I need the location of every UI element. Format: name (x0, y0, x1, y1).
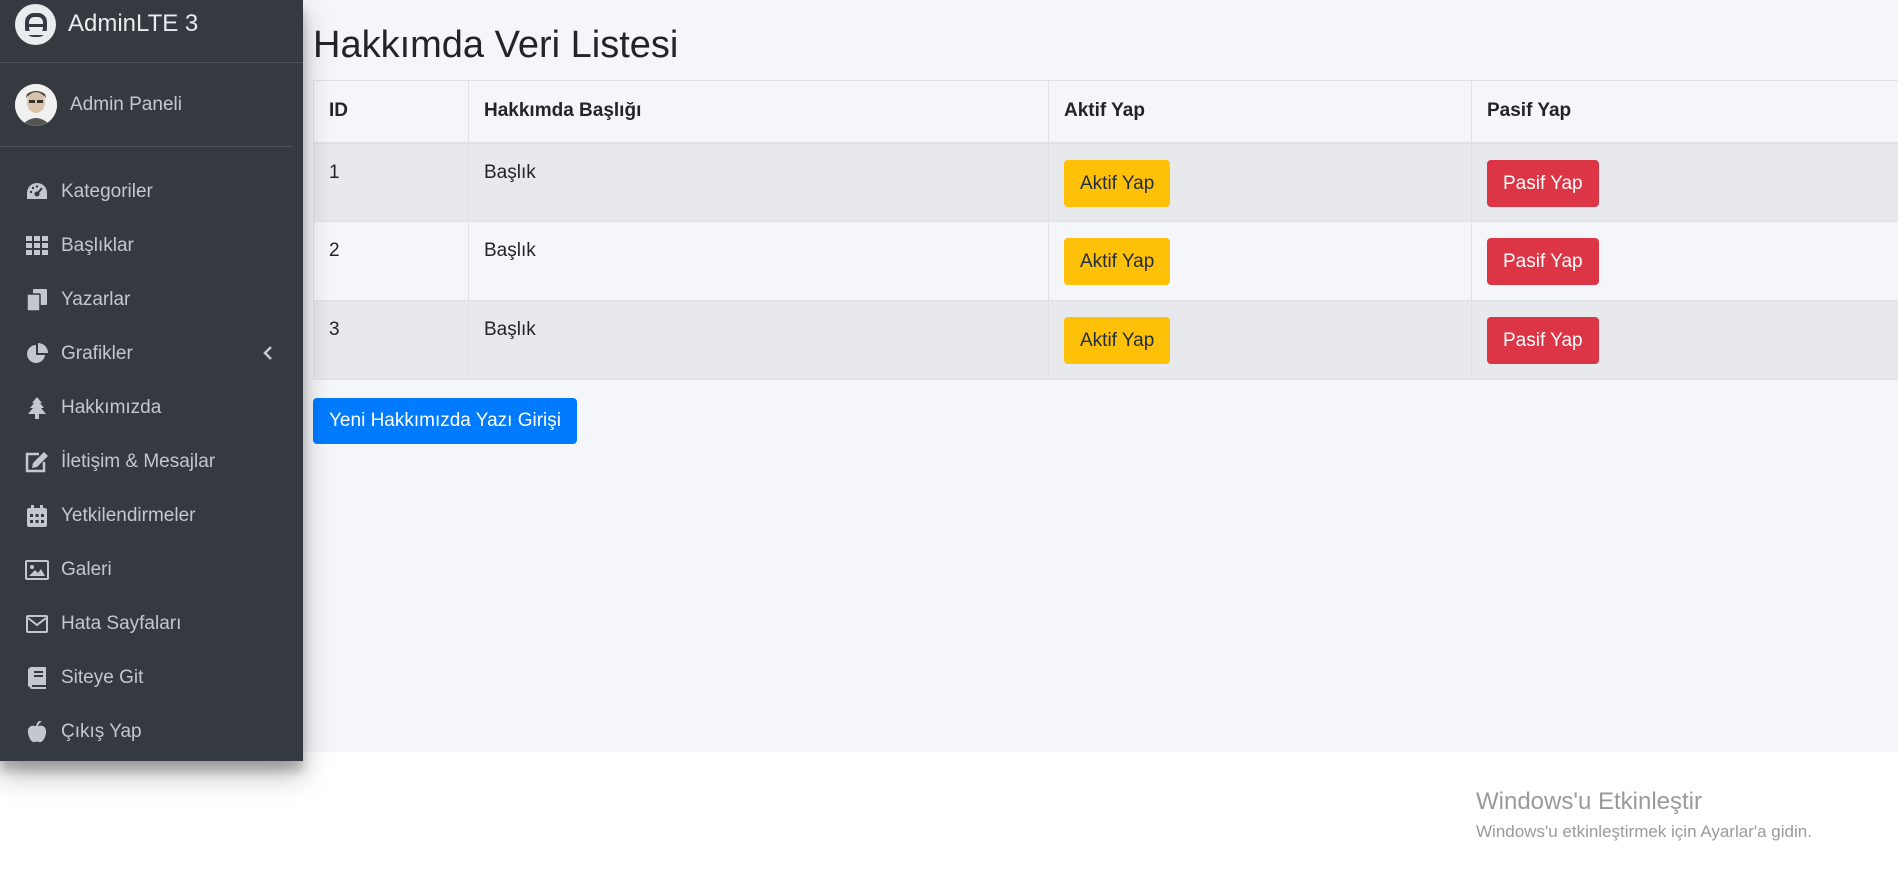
data-table: ID Hakkımda Başlığı Aktif Yap Pasif Yap … (313, 80, 1898, 380)
sidebar-item-siteye-git[interactable]: Siteye Git (0, 651, 303, 705)
deactivate-button[interactable]: Pasif Yap (1487, 159, 1599, 207)
copy-icon (24, 288, 50, 312)
sidebar-item-kategoriler[interactable]: Kategoriler (0, 165, 303, 219)
sidebar-item-hakkimizda[interactable]: Hakkımızda (0, 381, 303, 435)
page-title: Hakkımda Veri Listesi (313, 24, 679, 66)
calendar-icon (24, 504, 50, 528)
cell-id: 2 (313, 221, 469, 301)
sidebar-item-grafikler[interactable]: Grafikler (0, 327, 303, 381)
sidebar-item-label: Çıkış Yap (61, 721, 142, 742)
sidebar-item-label: Galeri (61, 559, 112, 580)
activate-button[interactable]: Aktif Yap (1064, 317, 1171, 364)
avatar (15, 83, 57, 126)
sidebar-item-label: Siteye Git (61, 667, 144, 688)
cell-activate: Aktif Yap (1048, 300, 1472, 380)
user-name: Admin Paneli (70, 93, 182, 115)
user-panel[interactable]: Admin Paneli (0, 63, 293, 147)
book-icon (24, 666, 50, 690)
envelope-icon (24, 612, 50, 636)
table-row: 2 Başlık Aktif Yap Pasif Yap (313, 221, 1898, 301)
deactivate-button[interactable]: Pasif Yap (1487, 317, 1599, 364)
sidebar: AdminLTE 3 Admin Paneli Kategoriler Başl… (0, 0, 303, 761)
sidebar-item-cikis-yap[interactable]: Çıkış Yap (0, 705, 303, 759)
chevron-left-icon[interactable] (263, 345, 273, 367)
apple-icon (24, 720, 50, 744)
sidebar-item-iletisim[interactable]: İletişim & Mesajlar (0, 435, 303, 489)
sidebar-item-basliklar[interactable]: Başlıklar (0, 219, 303, 273)
cell-activate: Aktif Yap (1048, 142, 1472, 222)
sidebar-item-label: Hata Sayfaları (61, 613, 182, 634)
watermark-title: Windows'u Etkinleştir (1476, 788, 1702, 815)
column-header-activate: Aktif Yap (1048, 80, 1472, 144)
watermark-subtitle: Windows'u etkinleştirmek için Ayarlar'a … (1476, 822, 1812, 841)
adminlte-logo-icon (15, 3, 56, 45)
sidebar-item-hata-sayfalari[interactable]: Hata Sayfaları (0, 597, 303, 651)
column-header-title: Hakkımda Başlığı (468, 80, 1049, 144)
sidebar-item-yazarlar[interactable]: Yazarlar (0, 273, 303, 327)
sidebar-item-label: İletişim & Mesajlar (61, 451, 216, 472)
new-about-entry-button[interactable]: Yeni Hakkımızda Yazı Girişi (313, 398, 577, 444)
tree-icon (24, 396, 50, 420)
brand-text: AdminLTE 3 (68, 10, 199, 37)
brand-link[interactable]: AdminLTE 3 (0, 0, 303, 63)
cell-activate: Aktif Yap (1048, 221, 1472, 301)
grid-icon (24, 234, 50, 258)
cell-deactivate: Pasif Yap (1471, 142, 1898, 222)
cell-deactivate: Pasif Yap (1471, 300, 1898, 380)
sidebar-item-label: Kategoriler (61, 181, 153, 202)
activate-button[interactable]: Aktif Yap (1064, 159, 1171, 207)
windows-activation-watermark: Windows'u Etkinleştir Windows'u etkinleş… (1476, 788, 1812, 842)
column-header-deactivate: Pasif Yap (1471, 80, 1898, 144)
tachometer-icon (24, 180, 50, 204)
cell-title: Başlık (468, 221, 1049, 301)
sidebar-item-label: Başlıklar (61, 235, 134, 256)
cell-deactivate: Pasif Yap (1471, 221, 1898, 301)
column-header-id: ID (313, 80, 469, 144)
cell-id: 1 (313, 142, 469, 222)
cell-title: Başlık (468, 142, 1049, 222)
sidebar-item-label: Grafikler (61, 343, 133, 364)
content-wrapper: Hakkımda Veri Listesi ID Hakkımda Başlığ… (303, 0, 1898, 752)
sidebar-nav: Kategoriler Başlıklar Yazarlar Grafikler (0, 147, 303, 759)
sidebar-item-label: Hakkımızda (61, 397, 162, 418)
image-icon (24, 558, 50, 582)
table-row: 3 Başlık Aktif Yap Pasif Yap (313, 300, 1898, 380)
cell-id: 3 (313, 300, 469, 380)
sidebar-item-label: Yazarlar (61, 289, 131, 310)
sidebar-item-yetkilendirmeler[interactable]: Yetkilendirmeler (0, 489, 303, 543)
deactivate-button[interactable]: Pasif Yap (1487, 238, 1599, 285)
pie-chart-icon (24, 342, 50, 366)
table-header-row: ID Hakkımda Başlığı Aktif Yap Pasif Yap (313, 80, 1898, 144)
cell-title: Başlık (468, 300, 1049, 380)
table-row: 1 Başlık Aktif Yap Pasif Yap (313, 142, 1898, 222)
edit-icon (24, 450, 50, 474)
sidebar-item-label: Yetkilendirmeler (61, 505, 196, 526)
activate-button[interactable]: Aktif Yap (1064, 238, 1171, 285)
sidebar-item-galeri[interactable]: Galeri (0, 543, 303, 597)
